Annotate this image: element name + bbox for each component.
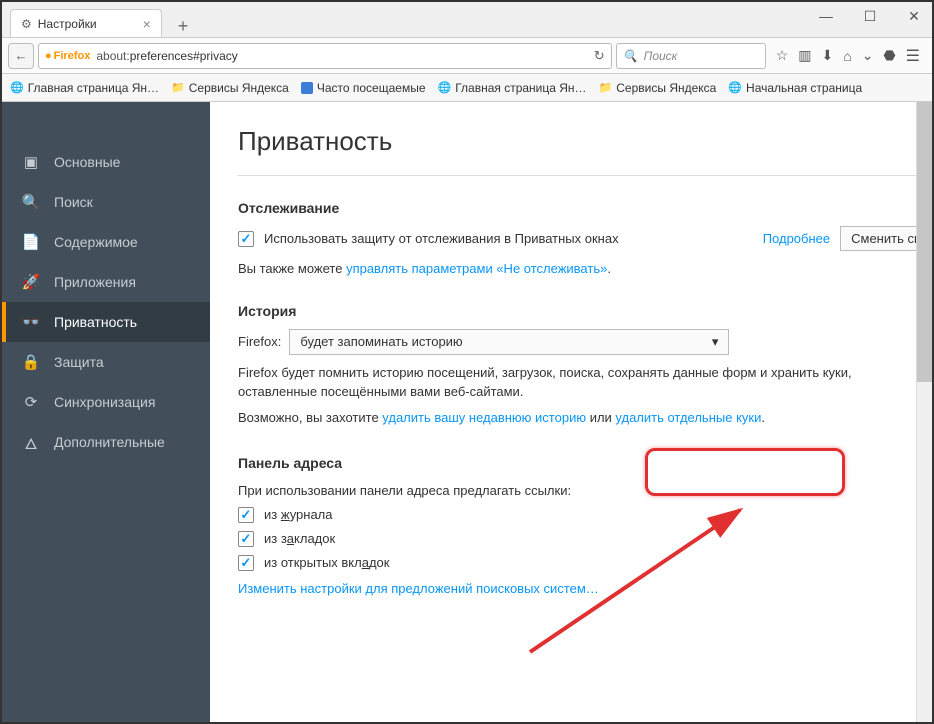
sync-icon: ⟳ (22, 393, 40, 411)
library-icon[interactable]: ▥ (798, 47, 811, 64)
addressbar-section-title: Панель адреса (238, 455, 932, 471)
history-firefox-label: Firefox: (238, 334, 281, 349)
settings-content: Приватность Отслеживание Использовать за… (210, 102, 932, 722)
bookmark-item[interactable]: 🌐Начальная страница (728, 81, 862, 95)
suggest-history-checkbox[interactable] (238, 507, 254, 523)
pocket-icon[interactable]: ⌄ (862, 47, 874, 64)
history-mode-select[interactable]: будет запоминать историю ▾ (289, 329, 729, 355)
divider (238, 175, 932, 176)
tab-title: Настройки (38, 17, 97, 31)
suggest-opentabs-label: из открытых вкладок (264, 555, 389, 570)
bookmark-item[interactable]: 🌐Главная страница Ян… (10, 81, 159, 95)
document-icon: 📄 (22, 233, 40, 251)
browser-tab-settings[interactable]: ⚙ Настройки × (10, 9, 162, 37)
window-close-button[interactable]: ✕ (904, 8, 924, 25)
window-maximize-button[interactable]: ☐ (860, 8, 880, 25)
search-icon: 🔍 (623, 49, 638, 63)
mask-icon: 👓 (22, 313, 40, 331)
gear-icon: ⚙ (21, 17, 32, 31)
suggest-bookmarks-checkbox[interactable] (238, 531, 254, 547)
bookmark-item[interactable]: 🌐Главная страница Ян… (438, 81, 587, 95)
settings-sidebar: ▣Основные 🔍Поиск 📄Содержимое 🚀Приложения… (2, 102, 210, 722)
chevron-down-icon: ▾ (712, 334, 719, 350)
dnt-manage-link[interactable]: управлять параметрами «Не отслеживать» (346, 261, 607, 276)
search-placeholder: Поиск (644, 49, 678, 63)
tracking-protection-label: Использовать защиту от отслеживания в Пр… (264, 231, 619, 246)
shield-icon[interactable]: ⬣ (883, 47, 895, 64)
sidebar-item-privacy[interactable]: 👓Приватность (2, 302, 210, 342)
window-minimize-button[interactable]: — (816, 8, 836, 25)
firefox-badge: Firefox (45, 50, 90, 62)
rocket-icon: 🚀 (22, 273, 40, 291)
search-icon: 🔍 (22, 193, 40, 211)
suggest-opentabs-checkbox[interactable] (238, 555, 254, 571)
change-search-suggestions-link[interactable]: Изменить настройки для предложений поиск… (238, 581, 599, 596)
menu-button[interactable]: ☰ (906, 46, 920, 66)
tracking-also-text: Вы также можете управлять параметрами «Н… (238, 259, 932, 279)
tab-close-button[interactable]: × (143, 16, 151, 32)
nav-toolbar: ← Firefox about:preferences#privacy ↻ 🔍 … (2, 38, 932, 74)
history-description: Firefox будет помнить историю посещений,… (238, 363, 898, 402)
tab-strip: ⚙ Настройки × + (2, 2, 932, 38)
downloads-icon[interactable]: ⬇ (821, 47, 833, 64)
sidebar-item-advanced[interactable]: 🜂Дополнительные (2, 422, 210, 462)
tracking-learn-more-link[interactable]: Подробнее (763, 231, 830, 246)
bookmark-item[interactable]: Часто посещаемые (301, 81, 426, 95)
page-title: Приватность (238, 126, 932, 157)
history-section-title: История (238, 303, 932, 319)
bookmark-item[interactable]: 📁Сервисы Яндекса (599, 81, 717, 95)
globe-icon: 🌐 (438, 81, 452, 94)
content-scrollbar[interactable] (916, 102, 932, 722)
folder-icon: 📁 (599, 81, 613, 94)
bookmarks-toolbar: 🌐Главная страница Ян… 📁Сервисы Яндекса Ч… (2, 74, 932, 102)
new-tab-button[interactable]: + (170, 16, 197, 37)
lock-icon: 🔒 (22, 353, 40, 371)
globe-icon: 🌐 (728, 81, 742, 94)
general-icon: ▣ (22, 153, 40, 171)
advanced-icon: 🜂 (22, 427, 40, 458)
toolbar-icons: ☆ ▥ ⬇ ⌂ ⌄ ⬣ ☰ (770, 46, 926, 66)
search-box[interactable]: 🔍 Поиск (616, 43, 766, 69)
addressbar-intro: При использовании панели адреса предлага… (238, 481, 932, 501)
reload-button[interactable]: ↻ (594, 48, 605, 64)
home-icon[interactable]: ⌂ (843, 48, 851, 64)
sidebar-item-general[interactable]: ▣Основные (2, 142, 210, 182)
folder-icon: 📁 (171, 81, 185, 94)
sidebar-item-content[interactable]: 📄Содержимое (2, 222, 210, 262)
back-button[interactable]: ← (8, 43, 34, 69)
url-text: about:preferences#privacy (96, 49, 587, 63)
sidebar-item-sync[interactable]: ⟳Синхронизация (2, 382, 210, 422)
clear-recent-history-link[interactable]: удалить вашу недавнюю историю (382, 410, 586, 425)
url-bar[interactable]: Firefox about:preferences#privacy ↻ (38, 43, 612, 69)
suggest-bookmarks-label: из закладок (264, 531, 335, 546)
page-icon (301, 82, 313, 94)
sidebar-item-search[interactable]: 🔍Поиск (2, 182, 210, 222)
sidebar-item-applications[interactable]: 🚀Приложения (2, 262, 210, 302)
history-links-para: Возможно, вы захотите удалить вашу недав… (238, 408, 932, 428)
sidebar-item-security[interactable]: 🔒Защита (2, 342, 210, 382)
tracking-section-title: Отслеживание (238, 200, 932, 216)
suggest-history-label: из журнала (264, 507, 333, 522)
scrollbar-thumb[interactable] (917, 102, 932, 382)
bookmark-item[interactable]: 📁Сервисы Яндекса (171, 81, 289, 95)
tracking-protection-checkbox[interactable] (238, 231, 254, 247)
remove-individual-cookies-link[interactable]: удалить отдельные куки (615, 410, 761, 425)
globe-icon: 🌐 (10, 81, 24, 94)
bookmark-star-icon[interactable]: ☆ (776, 47, 789, 64)
